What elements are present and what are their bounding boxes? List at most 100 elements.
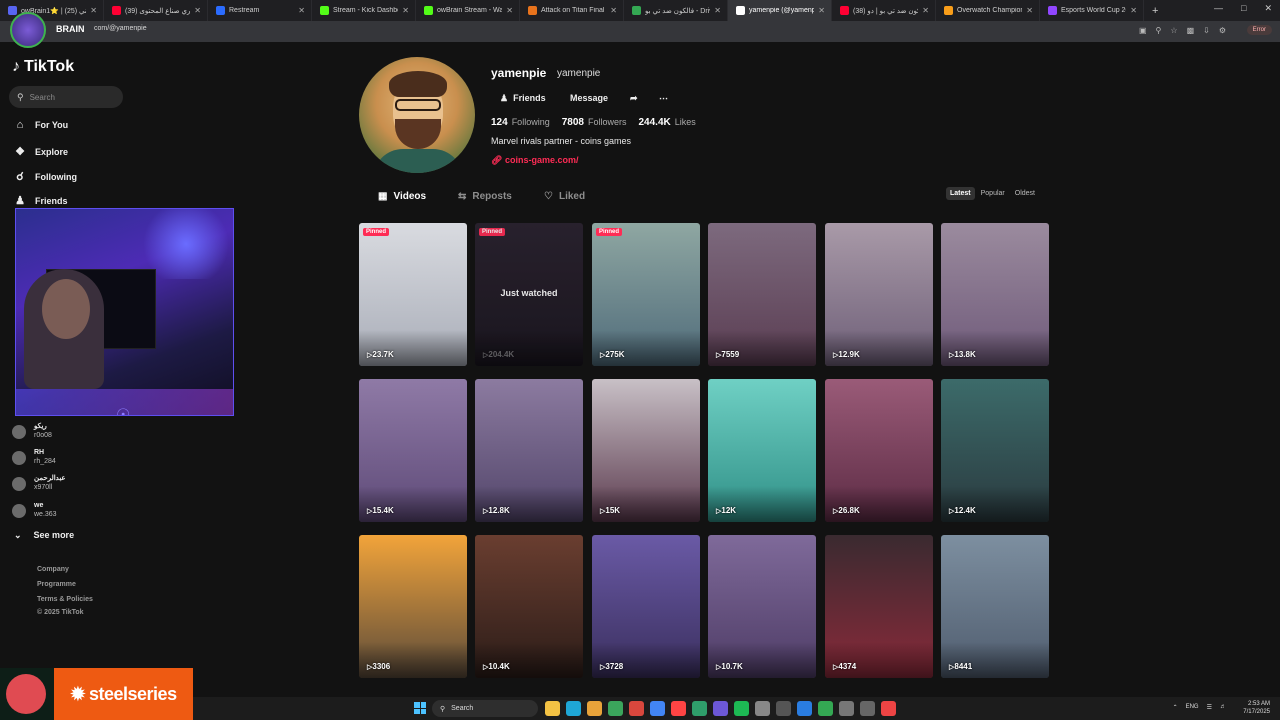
wifi-icon[interactable]: ☰	[1207, 704, 1212, 711]
sidebar-item-friends[interactable]: ♟ Friends	[13, 194, 67, 207]
video-card[interactable]: Pinned Just watched 204.4K	[475, 223, 583, 366]
video-card[interactable]: 15K	[592, 379, 700, 522]
app-icon[interactable]	[776, 701, 791, 716]
tab-close-icon[interactable]: ✕	[402, 6, 409, 15]
tab-close-icon[interactable]: ✕	[922, 6, 929, 15]
more-options-icon[interactable]: ⋯	[659, 90, 668, 106]
close-window-icon[interactable]: ✕	[1264, 3, 1272, 14]
app-icon[interactable]	[797, 701, 812, 716]
tab-close-icon[interactable]: ✕	[714, 6, 721, 15]
app-icon[interactable]	[629, 701, 644, 716]
share-icon[interactable]: ➦	[630, 90, 638, 106]
see-more-button[interactable]: ⌄ See more	[14, 530, 74, 541]
tab-close-icon[interactable]: ✕	[90, 6, 97, 15]
video-card[interactable]: 4374	[825, 535, 933, 678]
new-tab-button[interactable]: +	[1144, 5, 1166, 17]
sidebar-item-following[interactable]: ☌ Following	[13, 170, 77, 183]
tiktok-logo[interactable]: ♪ TikTok	[12, 58, 74, 76]
video-card[interactable]: 7559	[708, 223, 816, 366]
browser-tab[interactable]: (39) دوري صناع المحتوى✕	[104, 0, 208, 21]
browser-tab[interactable]: Restream ✕	[208, 0, 312, 21]
app-icon[interactable]	[650, 701, 665, 716]
file-explorer-icon[interactable]	[545, 701, 560, 716]
minimize-icon[interactable]: —	[1214, 3, 1223, 14]
app-icon[interactable]	[881, 701, 896, 716]
windows-start-icon[interactable]	[414, 702, 426, 714]
system-clock[interactable]: 2:53 AM 7/17/2025	[1243, 700, 1270, 716]
tab-close-icon[interactable]: ✕	[818, 6, 825, 15]
friends-button[interactable]: ♟ Friends	[500, 90, 546, 106]
video-card[interactable]: Pinned 275K	[592, 223, 700, 366]
following-account[interactable]: we we.363	[12, 502, 57, 519]
spotify-icon[interactable]	[734, 701, 749, 716]
sort-popular[interactable]: Popular	[977, 187, 1009, 200]
video-card[interactable]: 12.8K	[475, 379, 583, 522]
search-input[interactable]: ⚲ Search	[9, 86, 123, 108]
cast-icon[interactable]: ▣	[1139, 26, 1147, 35]
footer-link-terms[interactable]: Terms & Policies	[37, 596, 93, 603]
browser-tab[interactable]: owBrain Stream - Watch L✕	[416, 0, 520, 21]
settings-icon[interactable]: ⚙	[1219, 26, 1226, 35]
extension-icon[interactable]: ▩	[1187, 26, 1195, 35]
video-card[interactable]: 12.9K	[825, 223, 933, 366]
following-account[interactable]: ريكو r0o08	[12, 423, 52, 440]
video-card[interactable]: 26.8K	[825, 379, 933, 522]
browser-tab[interactable]: Stream - Kick Dashboard ✕	[312, 0, 416, 21]
browser-tab[interactable]: فالكون ضد تي بو - Drive ✕	[624, 0, 728, 21]
video-card[interactable]: 3306	[359, 535, 467, 678]
bookmark-star-icon[interactable]: ☆	[1170, 26, 1177, 35]
video-card[interactable]: Pinned 23.7K	[359, 223, 467, 366]
app-icon[interactable]	[755, 701, 770, 716]
video-card[interactable]: 13.8K	[941, 223, 1049, 366]
sort-oldest[interactable]: Oldest	[1011, 187, 1039, 200]
taskbar-search[interactable]: ⚲ Search	[432, 700, 538, 717]
browser-tab[interactable]: Attack on Titan Final Sea ✕	[520, 0, 624, 21]
sort-latest[interactable]: Latest	[946, 187, 975, 200]
browser-tab[interactable]: Esports World Cup 2025 ✕	[1040, 0, 1144, 21]
tab-close-icon[interactable]: ✕	[506, 6, 513, 15]
language-indicator[interactable]: ENG	[1186, 704, 1199, 711]
maximize-icon[interactable]: □	[1241, 3, 1246, 14]
following-account[interactable]: RH rh_284	[12, 449, 56, 466]
settings-icon[interactable]	[860, 701, 875, 716]
footer-link-programme[interactable]: Programme	[37, 581, 76, 588]
app-icon[interactable]	[839, 701, 854, 716]
sidebar-item-explore[interactable]: ❖ Explore	[13, 145, 68, 158]
chrome-icon[interactable]	[608, 701, 623, 716]
app-icon[interactable]	[692, 701, 707, 716]
tab-videos[interactable]: ▦ Videos	[378, 191, 426, 202]
video-card[interactable]: 15.4K	[359, 379, 467, 522]
followers-stat[interactable]: 7808 Followers	[562, 117, 627, 128]
video-card[interactable]: 12.4K	[941, 379, 1049, 522]
browser-tab[interactable]: Overwatch Champions Se ✕	[936, 0, 1040, 21]
video-card[interactable]: 10.7K	[708, 535, 816, 678]
app-icon[interactable]	[818, 701, 833, 716]
following-account[interactable]: عبدالرحمن x970ll	[12, 475, 66, 492]
tab-close-icon[interactable]: ✕	[298, 6, 305, 15]
tab-reposts[interactable]: ⇆ Reposts	[458, 191, 512, 202]
tab-close-icon[interactable]: ✕	[1130, 6, 1137, 15]
folder-icon[interactable]	[587, 701, 602, 716]
tab-close-icon[interactable]: ✕	[1026, 6, 1033, 15]
video-card[interactable]: 8441	[941, 535, 1049, 678]
message-button[interactable]: Message	[570, 90, 608, 106]
edge-icon[interactable]	[566, 701, 581, 716]
sidebar-item-for-you[interactable]: ⌂ For You	[13, 119, 69, 131]
browser-tab[interactable]: (38) فالكون ضد تي بو | دو ✕	[832, 0, 936, 21]
profile-avatar[interactable]	[359, 57, 475, 173]
url-text[interactable]: com/@yamenpie	[94, 25, 147, 32]
profile-link[interactable]: 🔗︎ coins-game.com/	[491, 155, 578, 166]
video-card[interactable]: 10.4K	[475, 535, 583, 678]
zoom-icon[interactable]: ⚲	[1156, 26, 1162, 35]
chevron-up-icon[interactable]: ⌃	[1173, 704, 1178, 711]
browser-tab[interactable]: yamenpie (@yamenpie) ✕	[728, 0, 832, 21]
video-card[interactable]: 3728	[592, 535, 700, 678]
volume-icon[interactable]: ♬	[1220, 704, 1226, 711]
following-stat[interactable]: 124 Following	[491, 117, 550, 128]
profile-error-pill[interactable]: Error	[1246, 25, 1272, 35]
download-icon[interactable]: ⇩	[1203, 26, 1210, 35]
tab-close-icon[interactable]: ✕	[194, 6, 201, 15]
footer-link-company[interactable]: Company	[37, 566, 69, 573]
app-icon[interactable]	[713, 701, 728, 716]
tab-close-icon[interactable]: ✕	[610, 6, 617, 15]
